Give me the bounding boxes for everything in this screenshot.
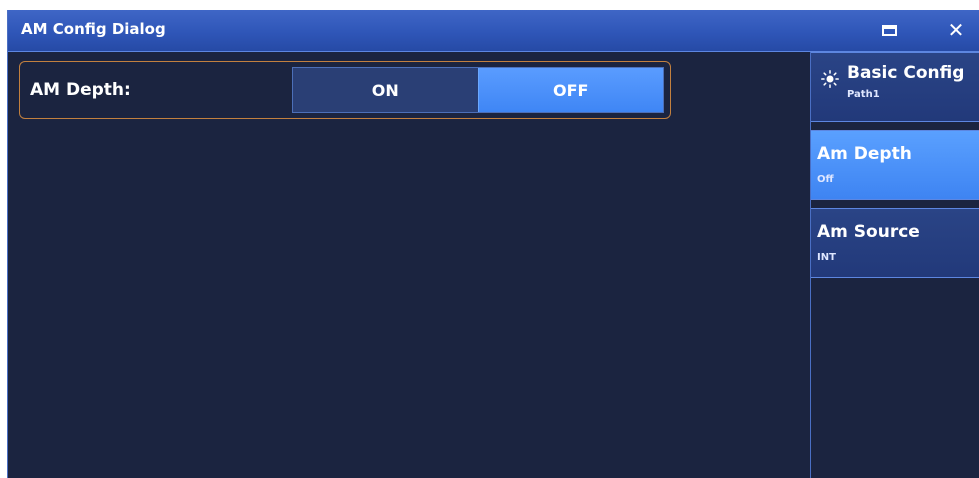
dialog-content: AM Depth: ON OFF [8, 52, 810, 478]
am-depth-label: AM Depth: [30, 80, 131, 100]
am-depth-toggle[interactable]: ON OFF [292, 67, 664, 113]
am-depth-off-option[interactable]: OFF [477, 68, 663, 112]
maximize-icon [881, 24, 897, 36]
sidebar-item-am-depth[interactable]: Am Depth Off [811, 130, 979, 200]
close-button[interactable]: ✕ [941, 16, 971, 44]
maximize-button[interactable] [874, 16, 904, 44]
sidebar-item-label: Am Depth [817, 144, 912, 164]
sidebar-item-label: Am Source [817, 222, 920, 242]
am-config-dialog: AM Config Dialog ✕ AM Depth: ON OFF Basi… [7, 10, 979, 478]
dialog-title: AM Config Dialog [21, 20, 166, 38]
sidebar-item-label: Basic Config [847, 63, 965, 83]
close-icon: ✕ [947, 18, 965, 42]
am-depth-field: AM Depth: ON OFF [19, 61, 671, 119]
title-bar[interactable]: AM Config Dialog ✕ [8, 10, 979, 52]
sidebar-item-basic-config[interactable]: Basic Config Path1 [811, 52, 979, 122]
softkey-sidebar: Basic Config Path1 Am Depth Off Am Sourc… [810, 52, 979, 478]
sidebar-item-sublabel: Off [817, 174, 834, 185]
am-depth-on-option[interactable]: ON [293, 68, 478, 112]
sidebar-item-sublabel: Path1 [847, 89, 880, 100]
sidebar-item-sublabel: INT [817, 252, 836, 263]
sun-icon [821, 70, 839, 88]
sidebar-item-am-source[interactable]: Am Source INT [811, 208, 979, 278]
